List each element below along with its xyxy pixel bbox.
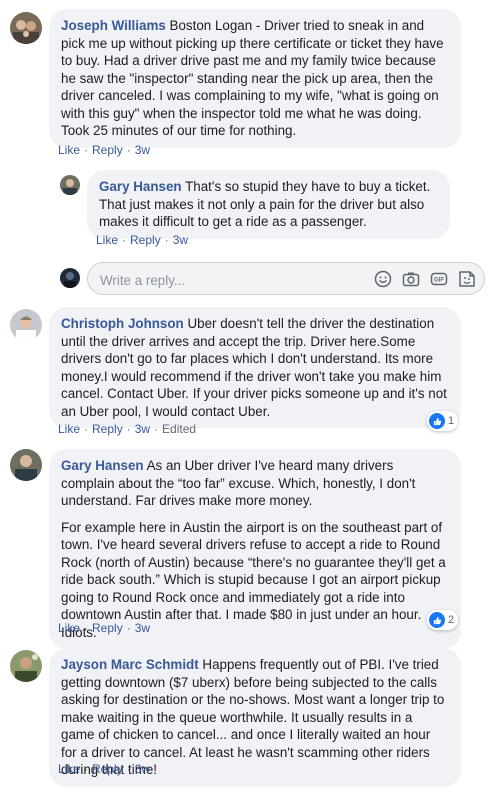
comment-actions: Like · Reply · 3w · Edited	[58, 422, 196, 436]
comment-timestamp[interactable]: 3w	[135, 762, 150, 776]
edited-label[interactable]: Edited	[162, 422, 196, 436]
svg-text:GIF: GIF	[434, 278, 444, 284]
reaction-count[interactable]: 1	[427, 411, 459, 431]
comment-timestamp[interactable]: 3w	[135, 143, 150, 157]
reply-button[interactable]: Reply	[92, 143, 123, 157]
separator: ·	[126, 762, 131, 776]
sticker-icon[interactable]	[457, 269, 477, 289]
like-button[interactable]: Like	[58, 621, 80, 635]
reply-button[interactable]: Reply	[92, 621, 123, 635]
comment-bubble: Gary Hansen That's so stupid they have t…	[87, 170, 450, 239]
comment-author[interactable]: Jayson Marc Schmidt	[61, 657, 199, 672]
avatar[interactable]	[10, 12, 42, 44]
thumbs-up-icon	[429, 413, 445, 429]
reaction-count-label: 2	[448, 614, 455, 626]
separator: ·	[84, 143, 89, 157]
like-button[interactable]: Like	[58, 762, 80, 776]
avatar[interactable]	[10, 309, 42, 341]
comment-bubble: Christoph Johnson Uber doesn't tell the …	[49, 307, 461, 428]
comment-actions: Like · Reply · 3w	[96, 233, 188, 247]
reply-button[interactable]: Reply	[130, 233, 161, 247]
reply-button[interactable]: Reply	[92, 422, 123, 436]
comment-bubble: Gary Hansen As an Uber driver I've heard…	[49, 449, 461, 649]
separator: ·	[126, 143, 131, 157]
comment-bubble: Joseph Williams Boston Logan - Driver tr…	[49, 9, 461, 148]
separator: ·	[126, 621, 131, 635]
reply-input[interactable]	[98, 269, 352, 291]
separator: ·	[164, 233, 169, 247]
comment-actions: Like · Reply · 3w	[58, 621, 150, 635]
comment-actions: Like · Reply · 3w	[58, 762, 150, 776]
like-button[interactable]: Like	[58, 143, 80, 157]
separator: ·	[84, 621, 89, 635]
comment-text: Happens frequently out of PBI. I've trie…	[61, 657, 445, 777]
camera-icon[interactable]	[401, 269, 421, 289]
comment-timestamp[interactable]: 3w	[135, 422, 150, 436]
like-button[interactable]: Like	[58, 422, 80, 436]
gif-icon[interactable]: GIF	[429, 269, 449, 289]
comment-actions: Like · Reply · 3w	[58, 143, 150, 157]
comment-text: Uber doesn't tell the driver the destina…	[61, 316, 447, 419]
separator: ·	[154, 422, 159, 436]
reply-input-container[interactable]: GIF	[87, 262, 485, 295]
separator: ·	[84, 762, 89, 776]
avatar[interactable]	[10, 650, 42, 682]
comment-author[interactable]: Joseph Williams	[61, 18, 166, 33]
separator: ·	[126, 422, 131, 436]
avatar[interactable]	[10, 449, 42, 481]
emoji-icon[interactable]	[373, 269, 393, 289]
current-user-avatar	[60, 268, 80, 288]
like-button[interactable]: Like	[96, 233, 118, 247]
comment-timestamp[interactable]: 3w	[173, 233, 188, 247]
comment-author[interactable]: Christoph Johnson	[61, 316, 184, 331]
comment-author[interactable]: Gary Hansen	[61, 458, 144, 473]
separator: ·	[84, 422, 89, 436]
separator: ·	[122, 233, 127, 247]
thumbs-up-icon	[429, 612, 445, 628]
avatar[interactable]	[60, 175, 80, 195]
comment-author[interactable]: Gary Hansen	[99, 179, 182, 194]
comment-text: Boston Logan - Driver tried to sneak in …	[61, 18, 444, 138]
comment-timestamp[interactable]: 3w	[135, 621, 150, 635]
reaction-count-label: 1	[448, 415, 455, 427]
reply-button[interactable]: Reply	[92, 762, 123, 776]
reaction-count[interactable]: 2	[427, 610, 459, 630]
